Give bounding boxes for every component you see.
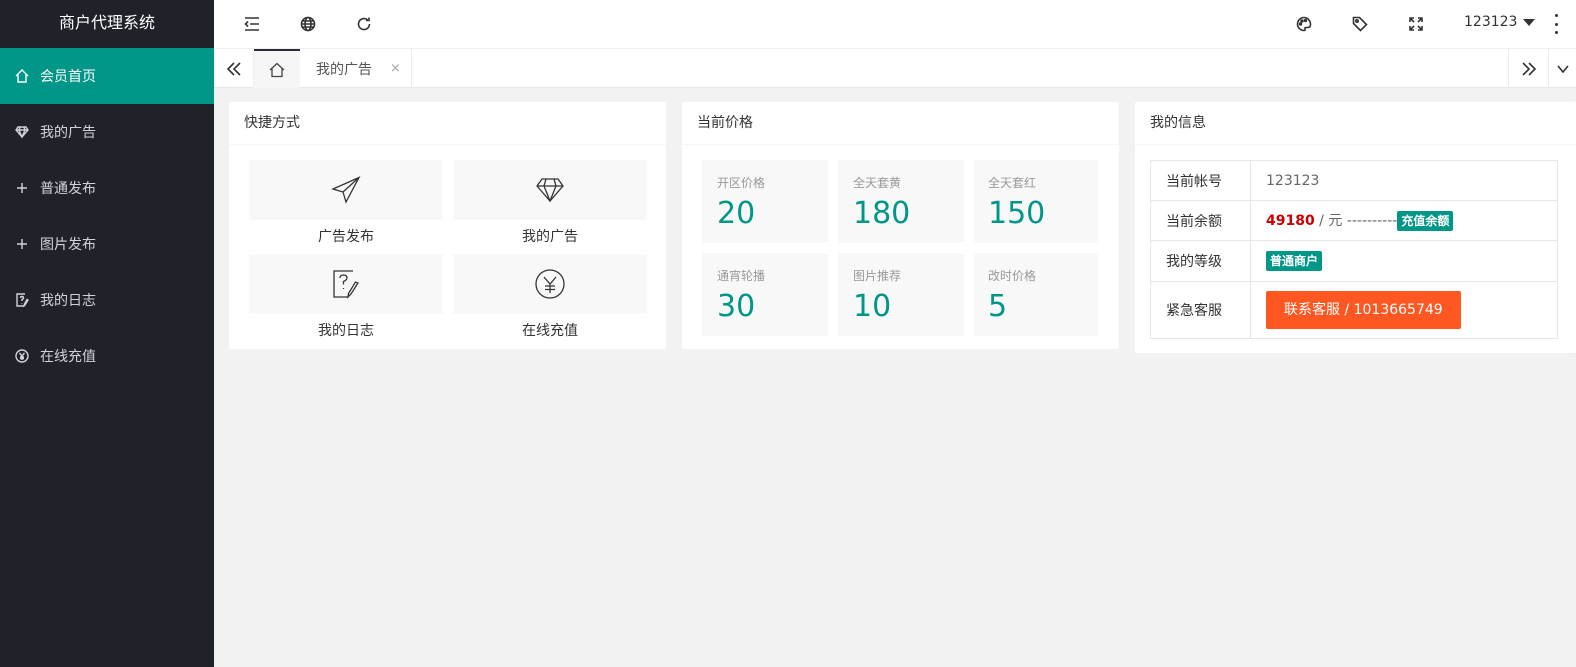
price-item: 图片推荐 10 bbox=[838, 253, 964, 336]
card-title: 快捷方式 bbox=[229, 102, 666, 145]
sidebar-item-home[interactable]: 会员首页 bbox=[0, 48, 214, 104]
balance-cell: 49180 / 元 ---------- 充值余额 bbox=[1250, 200, 1558, 241]
user-name: 123123 bbox=[1464, 14, 1518, 30]
chevron-down-icon bbox=[1523, 18, 1536, 26]
tag-icon[interactable] bbox=[1348, 12, 1372, 36]
price-item: 通宵轮播 30 bbox=[702, 253, 828, 336]
shortcut-ad-publish[interactable]: 广告发布 bbox=[249, 160, 443, 250]
globe-icon[interactable] bbox=[296, 12, 320, 36]
price-item: 全天套黄 180 bbox=[838, 160, 964, 243]
palette-icon[interactable] bbox=[1292, 12, 1316, 36]
sidebar-item-label: 我的广告 bbox=[40, 125, 96, 141]
balance-value: 49180 bbox=[1266, 213, 1315, 229]
sidebar: 商户代理系统 会员首页 我的广告 普通发布 图片发布 我的日志 在线充值 bbox=[0, 0, 214, 667]
close-icon[interactable]: × bbox=[390, 61, 401, 76]
level-badge: 普通商户 bbox=[1266, 251, 1323, 271]
service-cell: 联系客服 / 1013665749 bbox=[1250, 281, 1558, 339]
price-item: 开区价格 20 bbox=[702, 160, 828, 243]
level-label: 我的等级 bbox=[1150, 240, 1251, 282]
account-value: 123123 bbox=[1250, 160, 1558, 201]
user-menu[interactable]: 123123 bbox=[1464, 14, 1536, 30]
log-edit-icon bbox=[333, 270, 359, 299]
tabs-bar: 我的广告 × bbox=[214, 48, 1576, 88]
card-title: 当前价格 bbox=[682, 102, 1119, 145]
more-icon[interactable] bbox=[1552, 14, 1560, 34]
diamond-icon bbox=[14, 124, 30, 140]
table-row: 紧急客服 联系客服 / 1013665749 bbox=[1150, 281, 1558, 339]
shortcuts-card: 快捷方式 广告发布 我的广告 我的日志 在线充值 bbox=[229, 102, 666, 349]
app-title: 商户代理系统 bbox=[58, 13, 155, 32]
card-title: 我的信息 bbox=[1135, 102, 1576, 145]
table-row: 当前余额 49180 / 元 ---------- 充值余额 bbox=[1150, 200, 1558, 241]
service-label: 紧急客服 bbox=[1150, 281, 1251, 339]
diamond-icon bbox=[536, 178, 564, 203]
recharge-button[interactable]: 充值余额 bbox=[1397, 211, 1454, 231]
table-row: 当前帐号 123123 bbox=[1150, 160, 1558, 201]
shortcut-my-ads[interactable]: 我的广告 bbox=[453, 160, 647, 250]
sidebar-item-image-publish[interactable]: 图片发布 bbox=[0, 216, 214, 272]
table-row: 我的等级 普通商户 bbox=[1150, 240, 1558, 282]
sidebar-item-label: 我的日志 bbox=[40, 293, 96, 309]
home-icon bbox=[269, 62, 285, 77]
top-header: 123123 bbox=[214, 0, 1576, 48]
tabs-dropdown-icon[interactable] bbox=[1548, 49, 1576, 88]
prices-card: 当前价格 开区价格 20 全天套黄 180 全天套红 150 通宵轮播 30 图… bbox=[682, 102, 1119, 349]
shortcut-my-log[interactable]: 我的日志 bbox=[249, 254, 443, 344]
tab-home[interactable] bbox=[254, 49, 300, 88]
yen-circle-icon bbox=[535, 269, 565, 299]
plus-icon bbox=[14, 180, 30, 196]
balance-label: 当前余额 bbox=[1150, 200, 1251, 241]
info-table: 当前帐号 123123 当前余额 49180 / 元 ---------- 充值余… bbox=[1150, 160, 1558, 339]
sidebar-item-recharge[interactable]: 在线充值 bbox=[0, 328, 214, 384]
tab-label: 我的广告 bbox=[316, 61, 372, 78]
price-item: 全天套红 150 bbox=[973, 160, 1099, 243]
log-icon bbox=[14, 292, 30, 308]
shortcut-recharge[interactable]: 在线充值 bbox=[453, 254, 647, 344]
sidebar-item-label: 会员首页 bbox=[40, 69, 96, 85]
refresh-icon[interactable] bbox=[352, 12, 376, 36]
fullscreen-icon[interactable] bbox=[1404, 12, 1428, 36]
level-cell: 普通商户 bbox=[1250, 240, 1558, 282]
sidebar-item-label: 普通发布 bbox=[40, 181, 96, 197]
yen-icon bbox=[14, 348, 30, 364]
balance-unit: / 元 ---------- bbox=[1314, 213, 1398, 229]
home-icon bbox=[14, 68, 30, 84]
contact-service-button[interactable]: 联系客服 / 1013665749 bbox=[1266, 291, 1461, 329]
account-label: 当前帐号 bbox=[1150, 160, 1251, 201]
tabs-scroll-right-icon[interactable] bbox=[1508, 49, 1548, 88]
info-card: 我的信息 当前帐号 123123 当前余额 49180 / 元 --------… bbox=[1135, 102, 1576, 353]
sidebar-item-my-ads[interactable]: 我的广告 bbox=[0, 104, 214, 160]
plus-icon bbox=[14, 236, 30, 252]
price-item: 改时价格 5 bbox=[973, 253, 1099, 336]
menu-fold-icon[interactable] bbox=[240, 12, 264, 36]
paper-plane-icon bbox=[331, 176, 361, 204]
tab-my-ads[interactable]: 我的广告 × bbox=[300, 49, 412, 88]
sidebar-item-my-log[interactable]: 我的日志 bbox=[0, 272, 214, 328]
sidebar-item-label: 图片发布 bbox=[40, 237, 96, 253]
sidebar-item-label: 在线充值 bbox=[40, 349, 96, 365]
tabs-scroll-left-icon[interactable] bbox=[214, 49, 254, 88]
sidebar-item-normal-publish[interactable]: 普通发布 bbox=[0, 160, 214, 216]
